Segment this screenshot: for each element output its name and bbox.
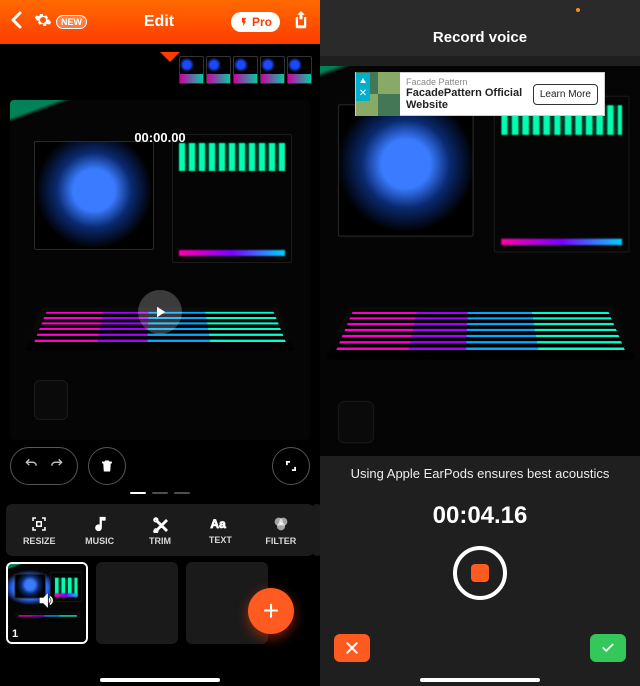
tool-filter[interactable]: FILTER [252,515,310,546]
fullscreen-button[interactable] [272,447,310,485]
tool-music-label: MUSIC [85,536,114,546]
ad-close-icon[interactable]: ✕ [356,87,370,101]
tool-filter-label: FILTER [265,536,296,546]
speaker-icon [36,590,58,617]
tool-trim-label: TRIM [149,536,171,546]
stop-record-button[interactable] [453,546,507,600]
ad-text: Facade Pattern FacadePattern Official We… [400,77,533,111]
record-header: Record voice [320,0,640,56]
ad-category: Facade Pattern [406,77,527,87]
undo-icon[interactable] [23,457,39,476]
preview-controls [10,444,310,488]
home-indicator[interactable] [100,678,220,682]
status-dot-icon [576,8,580,12]
stop-icon [471,564,489,582]
pointer-icon [160,52,180,62]
export-icon[interactable] [292,10,310,35]
tool-text-label: TEXT [209,535,232,545]
back-icon[interactable] [10,11,22,34]
timecode-label: 00:00.00 [0,130,320,145]
tool-trim[interactable]: TRIM [131,515,189,546]
adchoices-icon[interactable] [356,73,370,87]
new-badge: NEW [56,15,87,29]
ad-headline: FacadePattern Official Website [406,87,527,111]
clip-index: 1 [12,628,18,640]
settings-icon[interactable] [34,11,52,34]
editor-screen: NEW Edit Pro 00:00.00 [0,0,320,686]
play-button[interactable] [138,290,182,334]
tool-text[interactable]: Aa TEXT [191,516,249,545]
cancel-button[interactable] [334,634,370,662]
page-indicator [0,492,320,494]
screen-title: Edit [144,13,174,31]
tool-resize[interactable]: RESIZE [10,515,68,546]
home-indicator[interactable] [420,678,540,682]
recording-timecode: 00:04.16 [320,502,640,530]
record-voice-screen: Record voice ✕ Facade Pattern FacadePatt… [320,0,640,686]
add-clip-button[interactable]: + [248,588,294,634]
record-preview [320,66,640,456]
recent-thumbnails[interactable] [179,56,312,84]
undo-redo-group [10,447,78,485]
tool-music[interactable]: MUSIC [70,515,128,546]
plus-icon: + [263,595,279,627]
ad-banner[interactable]: ✕ Facade Pattern FacadePattern Official … [355,72,605,116]
pro-label: Pro [252,15,272,29]
ad-cta-button[interactable]: Learn More [533,84,598,105]
pro-button[interactable]: Pro [231,12,280,32]
editor-header: NEW Edit Pro [0,0,320,44]
tool-resize-label: RESIZE [23,536,56,546]
video-preview[interactable] [10,100,310,440]
svg-text:Aa: Aa [211,517,227,531]
toolbar-overflow[interactable] [312,504,320,556]
clip-thumbnail[interactable]: 1 [6,562,88,644]
delete-button[interactable] [88,447,126,485]
recording-tip: Using Apple EarPods ensures best acousti… [320,466,640,481]
record-actions [320,634,640,662]
confirm-button[interactable] [590,634,626,662]
redo-icon[interactable] [49,457,65,476]
edit-toolbar: RESIZE MUSIC TRIM Aa TEXT FILTER [6,504,314,556]
clip-empty[interactable] [96,562,178,644]
record-title: Record voice [433,29,527,46]
